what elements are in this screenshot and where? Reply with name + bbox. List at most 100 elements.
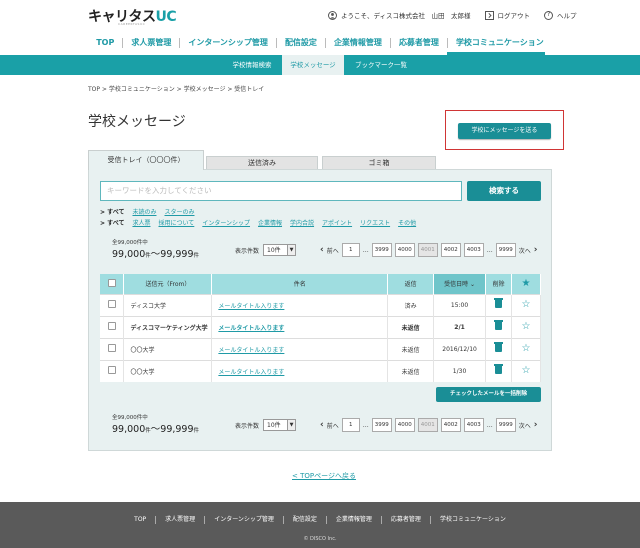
row-subject[interactable]: メールタイトル入ります — [211, 359, 389, 382]
filter-campus-fair[interactable]: 学内合説 — [290, 218, 314, 227]
row-delete-cell[interactable] — [485, 337, 512, 360]
row-checkbox-cell[interactable] — [100, 337, 125, 360]
nav-top[interactable]: TOP — [88, 38, 124, 48]
row-checkbox-cell[interactable] — [100, 293, 125, 316]
footer-link-top[interactable]: TOP — [125, 516, 157, 524]
footer-link-job-posting[interactable]: 求人票管理 — [156, 516, 206, 524]
header-received-date[interactable]: 受信日時 ⌄ — [433, 274, 487, 294]
nav-company-info[interactable]: 企業情報管理 — [326, 38, 391, 48]
filter-other[interactable]: その他 — [398, 218, 416, 227]
logout-icon[interactable] — [484, 10, 494, 20]
nav-internship[interactable]: インターンシップ管理 — [180, 38, 277, 48]
logout-link[interactable]: ログアウト — [498, 10, 531, 20]
page-button[interactable]: 3999 — [371, 418, 392, 432]
chevron-right-icon[interactable]: › — [534, 420, 538, 430]
chevron-left-icon[interactable]: ‹ — [320, 245, 324, 255]
help-icon[interactable]: ? — [544, 10, 554, 20]
table-row[interactable]: 〇〇大学 メールタイトル入ります 未返信 1/30 ☆ — [100, 359, 541, 382]
row-delete-cell[interactable] — [485, 359, 512, 382]
trash-icon[interactable] — [494, 364, 504, 375]
tab-trash[interactable]: ゴミ箱 — [322, 156, 436, 169]
chevron-left-icon[interactable]: ‹ — [320, 420, 324, 430]
page-button[interactable]: 3999 — [371, 243, 392, 257]
next-link[interactable]: 次へ — [519, 246, 531, 255]
page-button[interactable]: 9999 — [495, 243, 516, 257]
table-row[interactable]: 〇〇大学 メールタイトル入ります 未返信 2016/12/10 ☆ — [100, 337, 541, 360]
trash-icon[interactable] — [494, 298, 504, 308]
page-button[interactable]: 1 — [341, 243, 360, 257]
tab-inbox[interactable]: 受信トレイ（〇〇〇件） — [88, 150, 204, 170]
row-checkbox-cell[interactable] — [100, 315, 125, 338]
select-all-checkbox[interactable] — [107, 278, 116, 287]
page-button[interactable]: 9999 — [495, 418, 516, 432]
page-button[interactable]: 4002 — [440, 243, 461, 257]
row-checkbox-cell[interactable] — [100, 359, 125, 382]
chevron-right-icon[interactable]: › — [534, 245, 538, 255]
page-button[interactable]: 4003 — [463, 418, 484, 432]
row-subject-link[interactable]: メールタイトル入ります — [218, 303, 284, 310]
row-checkbox[interactable] — [107, 322, 116, 330]
row-checkbox[interactable] — [107, 300, 116, 308]
row-delete-cell[interactable] — [485, 293, 512, 316]
tab-sent[interactable]: 送信済み — [206, 156, 318, 169]
nav-delivery-settings[interactable]: 配信設定 — [277, 38, 326, 48]
row-subject-link[interactable]: メールタイトル入ります — [218, 369, 284, 376]
filter-starred[interactable]: スターのみ — [164, 207, 194, 216]
subnav-school-search[interactable]: 学校情報検索 — [222, 55, 282, 75]
header-star[interactable]: ★ — [511, 274, 541, 294]
subnav-bookmarks[interactable]: ブックマーク一覧 — [344, 55, 418, 75]
star-filled-icon[interactable]: ★ — [522, 278, 531, 289]
trash-icon[interactable] — [494, 342, 504, 352]
nav-school-communication[interactable]: 学校コミュニケーション — [448, 38, 552, 48]
filter-job-posting[interactable]: 求人票 — [132, 218, 150, 227]
footer-link-delivery[interactable]: 配信設定 — [284, 516, 327, 524]
filter-appointment[interactable]: アポイント — [322, 218, 352, 227]
subnav-school-message[interactable]: 学校メッセージ — [282, 55, 344, 75]
nav-applicants[interactable]: 応募者管理 — [391, 38, 448, 48]
row-star-cell[interactable]: ☆ — [511, 315, 541, 338]
row-subject[interactable]: メールタイトル入ります — [211, 293, 389, 316]
footer-link-company[interactable]: 企業情報管理 — [327, 516, 382, 524]
page-button[interactable]: 4000 — [394, 418, 415, 432]
row-subject-link[interactable]: メールタイトル入ります — [218, 347, 284, 354]
footer-link-applicants[interactable]: 応募者管理 — [382, 516, 431, 524]
bulk-delete-button[interactable]: チェックしたメールを一括削除 — [436, 387, 541, 402]
row-checkbox[interactable] — [107, 344, 116, 352]
filter-recruitment[interactable]: 採用について — [158, 218, 194, 227]
star-outline-icon[interactable]: ☆ — [522, 299, 531, 310]
row-star-cell[interactable]: ☆ — [511, 359, 541, 382]
search-input[interactable]: キーワードを入力してください — [100, 181, 462, 201]
row-subject[interactable]: メールタイトル入ります — [211, 337, 389, 360]
page-button[interactable]: 4000 — [394, 243, 415, 257]
perpage-select[interactable]: 10件 ▼ — [263, 419, 297, 431]
row-star-cell[interactable]: ☆ — [511, 293, 541, 316]
send-message-button[interactable]: 学校にメッセージを送る — [458, 123, 551, 139]
nav-job-posting[interactable]: 求人票管理 — [123, 38, 181, 48]
prev-link[interactable]: 前へ — [327, 246, 339, 255]
filter-all-status[interactable]: > すべて — [100, 207, 124, 216]
back-to-top-link[interactable]: < TOPページへ戻る — [292, 471, 356, 481]
filter-all-category[interactable]: > すべて — [100, 218, 124, 227]
page-button[interactable]: 1 — [341, 418, 360, 432]
filter-unread[interactable]: 未読のみ — [132, 207, 156, 216]
star-outline-icon[interactable]: ☆ — [522, 321, 531, 332]
row-subject[interactable]: メールタイトル入ります — [211, 315, 389, 338]
page-button[interactable]: 4002 — [440, 418, 461, 432]
prev-link[interactable]: 前へ — [327, 421, 339, 430]
footer-link-school[interactable]: 学校コミュニケーション — [431, 516, 515, 524]
star-outline-icon[interactable]: ☆ — [522, 343, 531, 354]
star-outline-icon[interactable]: ☆ — [522, 365, 531, 376]
search-button[interactable]: 検索する — [467, 181, 541, 201]
filter-company-info[interactable]: 企業情報 — [258, 218, 282, 227]
table-row[interactable]: ディスコマーケティング大学 メールタイトル入ります 未返信 2/1 ☆ — [100, 315, 541, 338]
page-button[interactable]: 4003 — [463, 243, 484, 257]
filter-request[interactable]: リクエスト — [360, 218, 390, 227]
header-select-all[interactable] — [100, 274, 125, 294]
footer-link-internship[interactable]: インターンシップ管理 — [205, 516, 284, 524]
row-delete-cell[interactable] — [485, 315, 512, 338]
help-link[interactable]: ヘルプ — [557, 10, 577, 20]
filter-internship[interactable]: インターンシップ — [202, 218, 250, 227]
trash-icon[interactable] — [494, 320, 504, 330]
next-link[interactable]: 次へ — [519, 421, 531, 430]
row-subject-link[interactable]: メールタイトル入ります — [218, 325, 284, 332]
